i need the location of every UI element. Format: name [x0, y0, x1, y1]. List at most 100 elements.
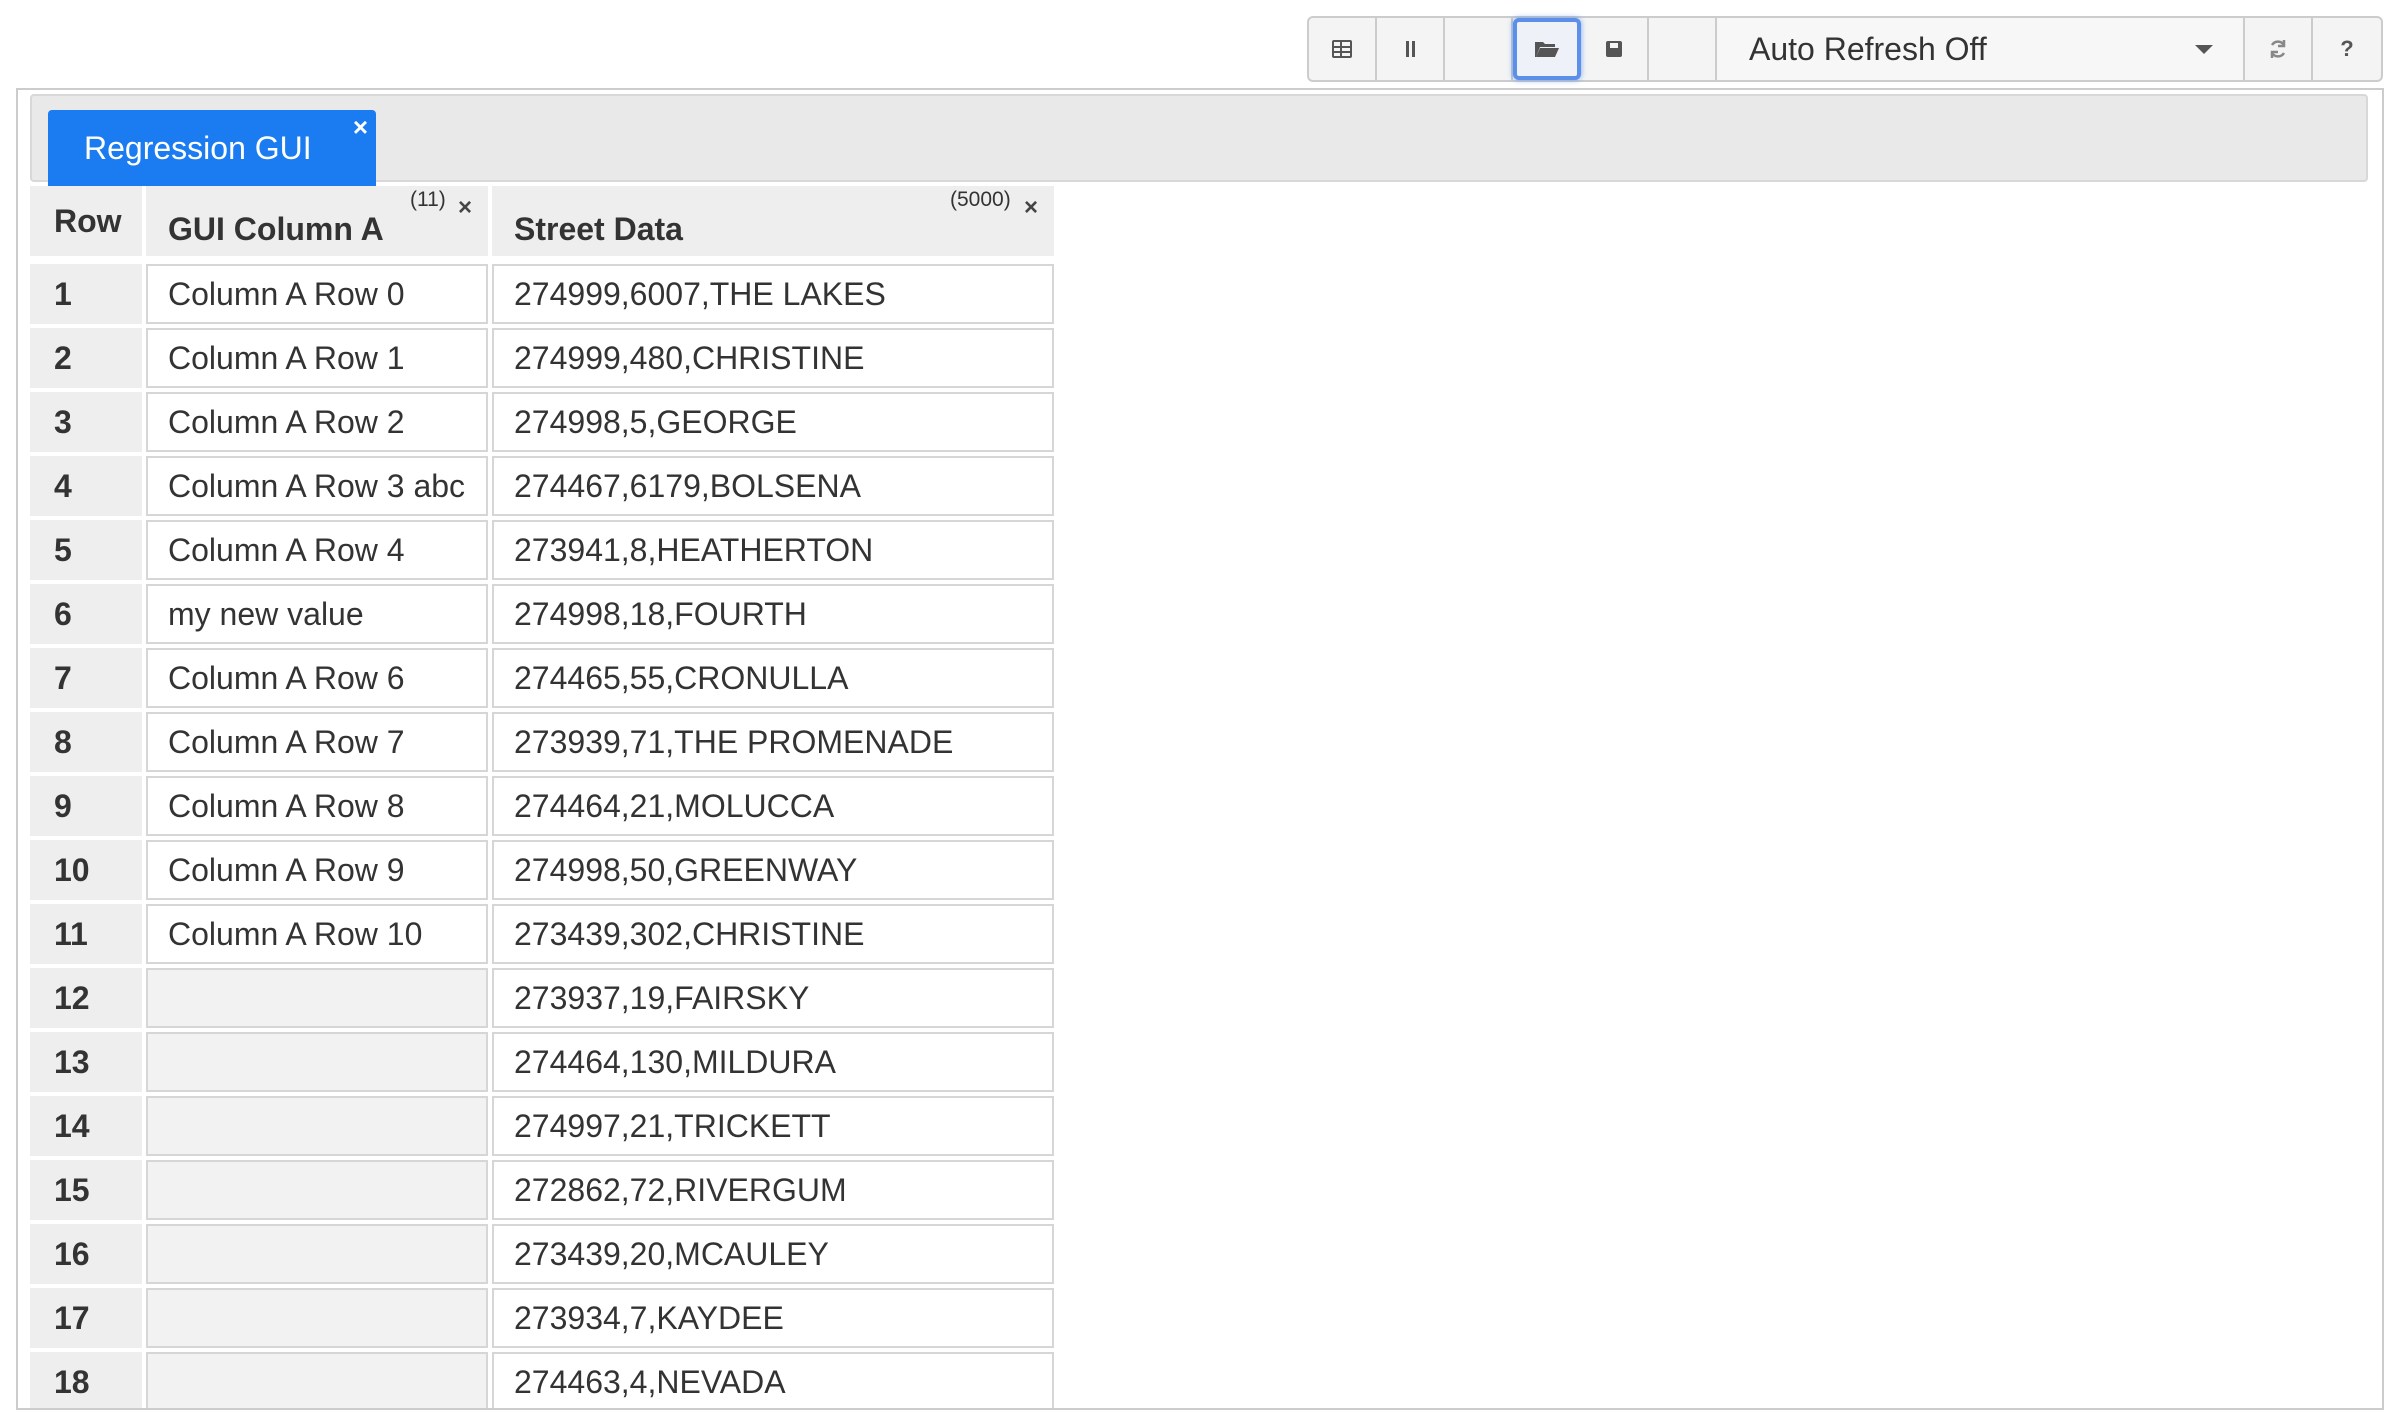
table-row: 14 274997,21,TRICKETT [30, 1094, 1058, 1158]
gui-column-a-cell[interactable] [146, 1224, 488, 1284]
folder-open-icon [1535, 42, 1559, 57]
column-count: (5000) [950, 188, 1011, 211]
row-number: 15 [30, 1160, 142, 1220]
table-row: 8 Column A Row 7 273939,71,THE PROMENADE [30, 710, 1058, 774]
gui-column-a-cell[interactable]: Column A Row 3 abc [146, 456, 488, 516]
tab-regression-gui[interactable]: Regression GUI × [48, 110, 376, 186]
gui-column-a-cell[interactable] [146, 1352, 488, 1408]
gui-column-a-cell[interactable]: Column A Row 2 [146, 392, 488, 452]
street-data-cell[interactable]: 273439,20,MCAULEY [492, 1224, 1054, 1284]
refresh-icon [2270, 40, 2286, 58]
row-number: 13 [30, 1032, 142, 1092]
header-row: Row GUI Column A (11) × Street Data (500… [30, 186, 1058, 256]
gui-column-a-cell[interactable] [146, 1096, 488, 1156]
table-view-button[interactable] [1309, 18, 1377, 80]
row-number: 18 [30, 1352, 142, 1408]
table-row: 11 Column A Row 10 273439,302,CHRISTINE [30, 902, 1058, 966]
gui-column-a-cell[interactable] [146, 968, 488, 1028]
help-button[interactable]: ? [2313, 18, 2381, 80]
street-data-cell[interactable]: 274464,21,MOLUCCA [492, 776, 1054, 836]
open-button[interactable] [1513, 18, 1581, 80]
row-number: 10 [30, 840, 142, 900]
close-icon[interactable]: × [458, 194, 472, 222]
table-row: 16 273439,20,MCAULEY [30, 1222, 1058, 1286]
table-row: 9 Column A Row 8 274464,21,MOLUCCA [30, 774, 1058, 838]
gui-column-a-cell[interactable]: Column A Row 4 [146, 520, 488, 580]
street-data-cell[interactable]: 274998,50,GREENWAY [492, 840, 1054, 900]
data-grid: Row GUI Column A (11) × Street Data (500… [30, 186, 1058, 1408]
row-number: 17 [30, 1288, 142, 1348]
row-number: 11 [30, 904, 142, 964]
table-row: 7 Column A Row 6 274465,55,CRONULLA [30, 646, 1058, 710]
table-row: 2 Column A Row 1 274999,480,CHRISTINE [30, 326, 1058, 390]
auto-refresh-value: Auto Refresh Off [1749, 30, 1987, 67]
street-data-cell[interactable]: 274999,6007,THE LAKES [492, 264, 1054, 324]
row-number: 5 [30, 520, 142, 580]
table-row: 12 273937,19,FAIRSKY [30, 966, 1058, 1030]
table-row: 17 273934,7,KAYDEE [30, 1286, 1058, 1350]
grid-panel: Regression GUI × Row GUI Column A (11) ×… [16, 88, 2384, 1410]
row-number: 16 [30, 1224, 142, 1284]
row-header: Row [30, 186, 142, 256]
gui-column-a-cell[interactable]: Column A Row 1 [146, 328, 488, 388]
row-number: 9 [30, 776, 142, 836]
gui-column-a-cell[interactable]: my new value [146, 584, 488, 644]
street-data-cell[interactable]: 274465,55,CRONULLA [492, 648, 1054, 708]
street-data-cell[interactable]: 273937,19,FAIRSKY [492, 968, 1054, 1028]
column-count: (11) [410, 188, 446, 211]
column-header-gui-column-a[interactable]: GUI Column A (11) × [146, 186, 488, 256]
row-number: 2 [30, 328, 142, 388]
grid-icon [1332, 40, 1352, 58]
close-icon[interactable]: × [1024, 194, 1038, 222]
gui-column-a-cell[interactable]: Column A Row 7 [146, 712, 488, 772]
blank-toolbar-button-2[interactable] [1649, 18, 1717, 80]
street-data-cell[interactable]: 273941,8,HEATHERTON [492, 520, 1054, 580]
gui-column-a-cell[interactable]: Column A Row 10 [146, 904, 488, 964]
row-number: 3 [30, 392, 142, 452]
street-data-cell[interactable]: 273934,7,KAYDEE [492, 1288, 1054, 1348]
street-data-cell[interactable]: 274998,5,GEORGE [492, 392, 1054, 452]
table-row: 4 Column A Row 3 abc 274467,6179,BOLSENA [30, 454, 1058, 518]
table-row: 13 274464,130,MILDURA [30, 1030, 1058, 1094]
save-button[interactable] [1581, 18, 1649, 80]
street-data-cell[interactable]: 274464,130,MILDURA [492, 1032, 1054, 1092]
table-row: 15 272862,72,RIVERGUM [30, 1158, 1058, 1222]
street-data-cell[interactable]: 274998,18,FOURTH [492, 584, 1054, 644]
toolbar: Auto Refresh Off ? [1307, 16, 2383, 82]
blank-toolbar-button[interactable] [1445, 18, 1513, 80]
column-header-street-data[interactable]: Street Data (5000) × [492, 186, 1054, 256]
gui-column-a-cell[interactable]: Column A Row 0 [146, 264, 488, 324]
close-icon[interactable]: × [353, 112, 368, 143]
street-data-cell[interactable]: 272862,72,RIVERGUM [492, 1160, 1054, 1220]
row-number: 14 [30, 1096, 142, 1156]
street-data-cell[interactable]: 273939,71,THE PROMENADE [492, 712, 1054, 772]
gui-column-a-cell[interactable] [146, 1032, 488, 1092]
street-data-cell[interactable]: 273439,302,CHRISTINE [492, 904, 1054, 964]
table-row: 18 274463,4,NEVADA [30, 1350, 1058, 1408]
row-number: 1 [30, 264, 142, 324]
gui-column-a-cell[interactable] [146, 1288, 488, 1348]
table-row: 5 Column A Row 4 273941,8,HEATHERTON [30, 518, 1058, 582]
save-icon [1606, 41, 1622, 57]
row-number: 7 [30, 648, 142, 708]
columns-icon [1405, 41, 1415, 57]
column-header-label: Street Data [514, 210, 683, 247]
help-icon: ? [2340, 36, 2354, 61]
row-number: 8 [30, 712, 142, 772]
street-data-cell[interactable]: 274463,4,NEVADA [492, 1352, 1054, 1408]
gui-column-a-cell[interactable]: Column A Row 6 [146, 648, 488, 708]
street-data-cell[interactable]: 274999,480,CHRISTINE [492, 328, 1054, 388]
gui-column-a-cell[interactable] [146, 1160, 488, 1220]
table-row: 1 Column A Row 0 274999,6007,THE LAKES [30, 262, 1058, 326]
street-data-cell[interactable]: 274467,6179,BOLSENA [492, 456, 1054, 516]
row-number: 4 [30, 456, 142, 516]
table-row: 10 Column A Row 9 274998,50,GREENWAY [30, 838, 1058, 902]
row-number: 6 [30, 584, 142, 644]
columns-button[interactable] [1377, 18, 1445, 80]
gui-column-a-cell[interactable]: Column A Row 9 [146, 840, 488, 900]
auto-refresh-select[interactable]: Auto Refresh Off [1717, 18, 2245, 80]
refresh-button[interactable] [2245, 18, 2313, 80]
table-row: 3 Column A Row 2 274998,5,GEORGE [30, 390, 1058, 454]
street-data-cell[interactable]: 274997,21,TRICKETT [492, 1096, 1054, 1156]
gui-column-a-cell[interactable]: Column A Row 8 [146, 776, 488, 836]
